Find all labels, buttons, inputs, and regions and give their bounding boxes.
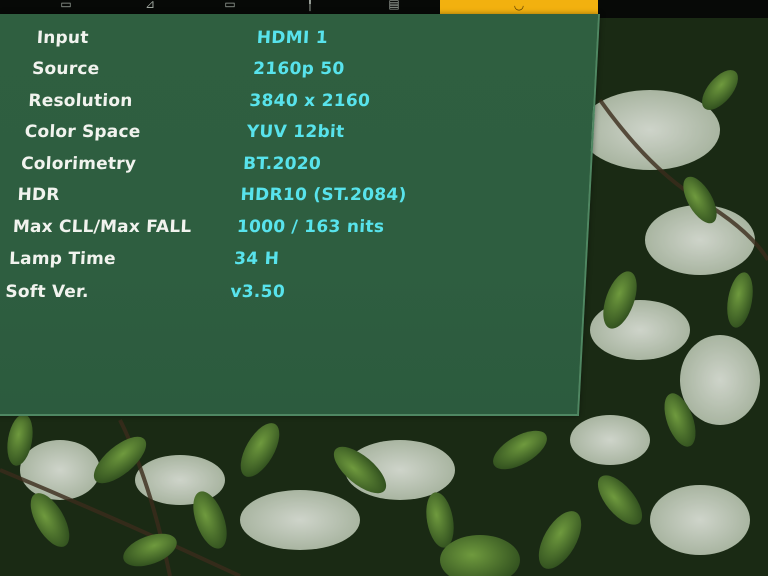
function-icon: ▤ [388, 0, 400, 11]
info-row-source: Source 2160p 50 [31, 59, 346, 85]
info-row-max-cll-fall: Max CLL/Max FALL 1000 / 163 nits [12, 217, 385, 243]
info-label: Source [31, 59, 100, 79]
display-icon: ▭ [224, 0, 236, 11]
info-label: Color Space [24, 122, 141, 142]
info-value: 2160p 50 [252, 59, 346, 79]
setup-icon: ╿ [306, 0, 314, 11]
info-value: 1000 / 163 nits [236, 217, 385, 237]
information-icon: ◡ [513, 0, 525, 12]
info-value: 3840 x 2160 [248, 91, 371, 111]
info-label: Resolution [27, 91, 134, 111]
info-label: Input [36, 28, 90, 48]
info-value: HDR10 (ST.2084) [239, 185, 408, 205]
info-row-input: Input HDMI 1 [36, 28, 328, 54]
info-label: Soft Ver. [4, 282, 90, 302]
picture-icon: ▭ [60, 0, 72, 11]
info-value: YUV 12bit [246, 122, 346, 142]
info-row-lamp-time: Lamp Time 34 H [8, 249, 280, 275]
info-value: BT.2020 [242, 154, 322, 174]
info-row-soft-ver: Soft Ver. v3.50 [5, 282, 286, 308]
info-row-hdr: HDR HDR10 (ST.2084) [17, 185, 407, 211]
info-label: Colorimetry [20, 154, 137, 174]
info-label: HDR [16, 185, 61, 205]
info-value: 34 H [233, 249, 280, 269]
info-label: Max CLL/Max FALL [12, 217, 192, 237]
info-row-resolution: Resolution 3840 x 2160 [28, 91, 371, 117]
info-value: HDMI 1 [256, 28, 329, 48]
info-value: v3.50 [229, 282, 286, 302]
info-label: Lamp Time [8, 249, 117, 269]
info-row-colorimetry: Colorimetry BT.2020 [20, 154, 322, 180]
info-row-color-space: Color Space YUV 12bit [24, 122, 345, 148]
information-panel: Input HDMI 1 Source 2160p 50 Resolution … [0, 14, 601, 416]
adjust-icon: ⊿ [144, 0, 156, 11]
